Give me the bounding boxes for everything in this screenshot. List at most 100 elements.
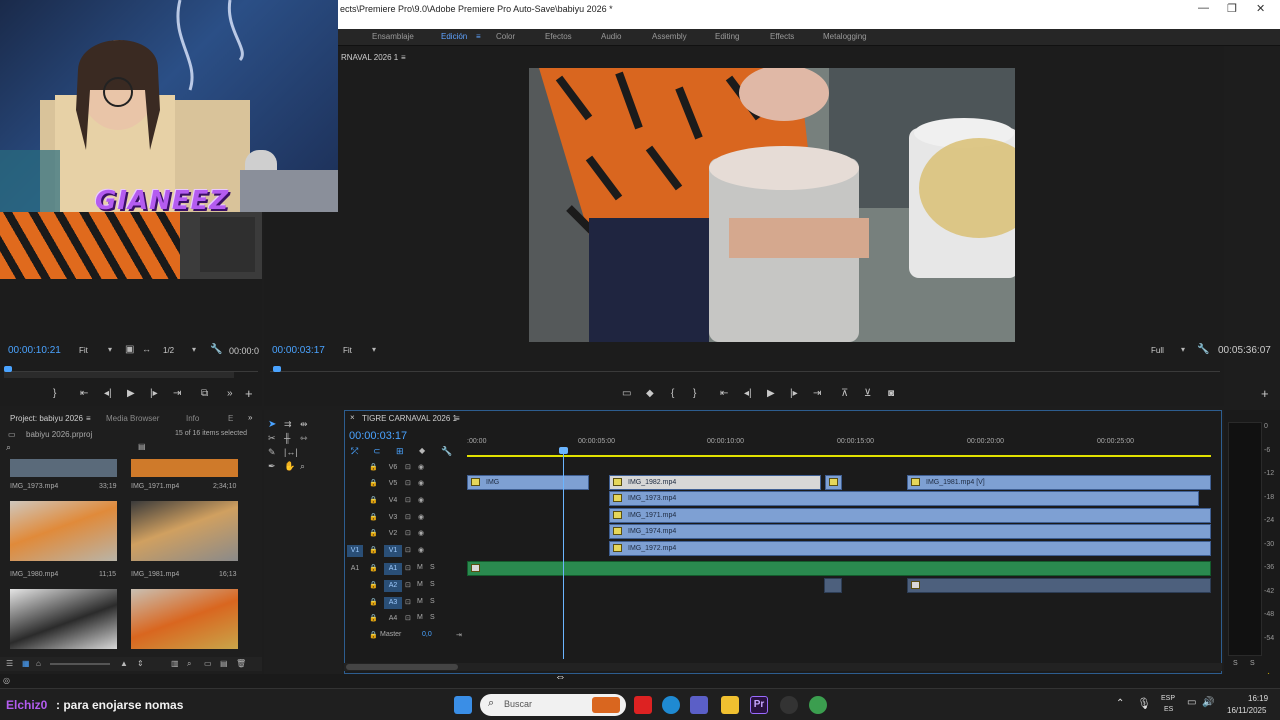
go-to-end-icon[interactable]: ⇥ bbox=[456, 631, 462, 639]
workspace-tab-efectos[interactable]: Efectos bbox=[545, 32, 572, 41]
eye-icon[interactable]: ◉ bbox=[418, 496, 424, 504]
solo-button[interactable]: S bbox=[430, 598, 435, 605]
eye-icon[interactable]: ◉ bbox=[418, 479, 424, 487]
add-button-icon[interactable]: + bbox=[1261, 386, 1269, 401]
nest-icon[interactable]: ⤱ bbox=[351, 446, 358, 457]
safe-margins-icon[interactable]: ▭ bbox=[622, 388, 631, 399]
panel-menu-icon[interactable]: ≡ bbox=[455, 414, 460, 423]
track-target-v3[interactable]: V3 bbox=[384, 512, 402, 524]
search-icon[interactable]: ⌕ bbox=[6, 442, 11, 453]
clip-img-1982[interactable]: IMG_1982.mp4 bbox=[609, 475, 821, 490]
step-back-icon[interactable]: ◂| bbox=[744, 388, 752, 399]
linked-selection-icon[interactable]: ⊞ bbox=[396, 446, 404, 457]
sequence-tab[interactable]: RNAVAL 2026 1 bbox=[341, 53, 398, 62]
settings-icon[interactable]: ▣ bbox=[125, 344, 134, 355]
sync-lock-icon[interactable]: ⊡ bbox=[405, 598, 411, 606]
new-item-icon[interactable]: ▤ bbox=[220, 659, 228, 668]
panel-menu-icon[interactable]: ≡ bbox=[86, 414, 91, 423]
go-to-in-icon[interactable]: ⇤ bbox=[80, 388, 88, 399]
zoom-tool-icon[interactable]: ⌕ bbox=[300, 461, 305, 472]
track-header-v1[interactable]: V1 🔒 V1 ⊡ ◉ bbox=[344, 545, 467, 561]
sync-lock-icon[interactable]: ⊡ bbox=[405, 463, 411, 471]
minimize-button[interactable]: — bbox=[1198, 2, 1209, 14]
chevron-down-icon[interactable]: ▾ bbox=[108, 345, 112, 354]
track-target-a3[interactable]: A3 bbox=[384, 597, 402, 609]
timeline-playhead-handle[interactable] bbox=[559, 447, 568, 454]
network-icon[interactable]: ▭ bbox=[1187, 697, 1196, 708]
tab-media-browser[interactable]: Media Browser bbox=[106, 414, 159, 423]
solo-button[interactable]: S bbox=[430, 614, 435, 621]
clip-v5-group[interactable]: IMG bbox=[467, 475, 589, 490]
timeline-scroll-thumb[interactable] bbox=[346, 664, 458, 670]
tab-effects[interactable]: E bbox=[228, 414, 233, 423]
clip-img-1981-v[interactable]: IMG_1981.mp4 [V] bbox=[907, 475, 1211, 490]
workspace-tab-ensamblaje[interactable]: Ensamblaje bbox=[372, 32, 414, 41]
sync-lock-icon[interactable]: ⊡ bbox=[405, 529, 411, 537]
mark-out-icon[interactable]: } bbox=[53, 388, 56, 399]
thumbnail-img-1980[interactable] bbox=[10, 501, 117, 561]
pen-tool-icon[interactable]: ✎ bbox=[268, 447, 276, 458]
audio-clip-a2[interactable] bbox=[907, 578, 1211, 593]
zoom-slider[interactable] bbox=[50, 663, 110, 665]
add-marker-icon[interactable]: ◆ bbox=[419, 446, 425, 455]
workspace-tab-assembly[interactable]: Assembly bbox=[652, 32, 687, 41]
step-forward-icon[interactable]: |▸ bbox=[150, 388, 158, 399]
more-tabs-icon[interactable]: » bbox=[248, 413, 252, 422]
teams-icon[interactable] bbox=[690, 696, 708, 714]
track-header-v4[interactable]: 🔒 V4 ⊡ ◉ bbox=[344, 495, 467, 511]
track-header-a2[interactable]: 🔒 A2 ⊡ M S bbox=[344, 580, 467, 596]
sync-lock-icon[interactable]: ⊡ bbox=[405, 564, 411, 572]
workspace-tab-audio[interactable]: Audio bbox=[601, 32, 621, 41]
solo-button[interactable]: S bbox=[430, 564, 435, 571]
trash-icon[interactable]: 🗑 bbox=[236, 659, 246, 668]
track-header-v2[interactable]: 🔒 V2 ⊡ ◉ bbox=[344, 528, 467, 544]
audio-clip-a2-small[interactable] bbox=[824, 578, 842, 593]
lock-icon[interactable]: 🔒 bbox=[369, 546, 378, 554]
clip-img-1971[interactable]: IMG_1971.mp4 bbox=[609, 508, 1211, 523]
chevron-down-icon[interactable]: ▾ bbox=[1181, 345, 1185, 354]
program-playhead[interactable] bbox=[273, 366, 281, 372]
acrobat-icon[interactable] bbox=[634, 696, 652, 714]
track-target-v4[interactable]: V4 bbox=[384, 495, 402, 507]
add-button-icon[interactable]: + bbox=[245, 386, 253, 401]
fit-arrows-icon[interactable]: ↔ bbox=[142, 344, 151, 354]
program-scrubber[interactable] bbox=[270, 364, 1220, 372]
chevron-down-icon[interactable]: ▾ bbox=[192, 345, 196, 354]
lock-icon[interactable]: 🔒 bbox=[369, 463, 378, 471]
thumbnail-img-1973[interactable] bbox=[10, 459, 117, 477]
timeline-scrollbar[interactable] bbox=[344, 663, 1222, 671]
audio-clip-a1[interactable] bbox=[467, 561, 1211, 576]
sync-lock-icon[interactable]: ⊡ bbox=[405, 614, 411, 622]
new-bin-icon[interactable]: ▭ bbox=[204, 659, 212, 668]
eye-icon[interactable]: ◉ bbox=[418, 546, 424, 554]
lock-icon[interactable]: 🔒 bbox=[369, 479, 378, 487]
go-to-out-icon[interactable]: ⇥ bbox=[813, 388, 821, 399]
step-back-icon[interactable]: ◂| bbox=[104, 388, 112, 399]
track-target-v5[interactable]: V5 bbox=[384, 478, 402, 490]
sync-lock-icon[interactable]: ⊡ bbox=[405, 496, 411, 504]
freeform-view-icon[interactable]: ⌂ bbox=[36, 659, 41, 668]
language-code[interactable]: ESP bbox=[1161, 695, 1175, 702]
clip-v5-small[interactable] bbox=[825, 475, 842, 490]
zoom-in-icon[interactable]: ▲ bbox=[120, 659, 128, 668]
timeline-playhead-line[interactable] bbox=[563, 449, 564, 659]
source-patch-v1[interactable]: V1 bbox=[347, 545, 363, 557]
sort-icon[interactable]: ⇕ bbox=[137, 659, 144, 668]
thumbnail-clip-6[interactable] bbox=[131, 589, 238, 649]
sync-lock-icon[interactable]: ⊡ bbox=[405, 546, 411, 554]
wrench-icon[interactable]: 🔧 bbox=[210, 344, 222, 355]
workspace-tab-edicion[interactable]: Edición bbox=[441, 32, 467, 41]
camera-icon[interactable]: ◙ bbox=[888, 388, 894, 399]
lift-icon[interactable]: ⊼ bbox=[841, 388, 848, 399]
source-zoom-bar[interactable] bbox=[4, 372, 234, 378]
chevron-down-icon[interactable]: ▾ bbox=[372, 345, 376, 354]
solo-right-button[interactable]: S bbox=[1250, 660, 1255, 667]
lock-icon[interactable]: 🔒 bbox=[369, 581, 378, 589]
eye-icon[interactable]: ◉ bbox=[418, 463, 424, 471]
eye-icon[interactable]: ◉ bbox=[418, 513, 424, 521]
mark-out-icon[interactable]: } bbox=[693, 388, 696, 399]
eye-icon[interactable]: ◉ bbox=[418, 529, 424, 537]
tab-info[interactable]: Info bbox=[186, 414, 199, 423]
icon-view-icon[interactable]: ▦ bbox=[22, 659, 30, 668]
workspace-menu-icon[interactable]: ≡ bbox=[476, 32, 481, 41]
